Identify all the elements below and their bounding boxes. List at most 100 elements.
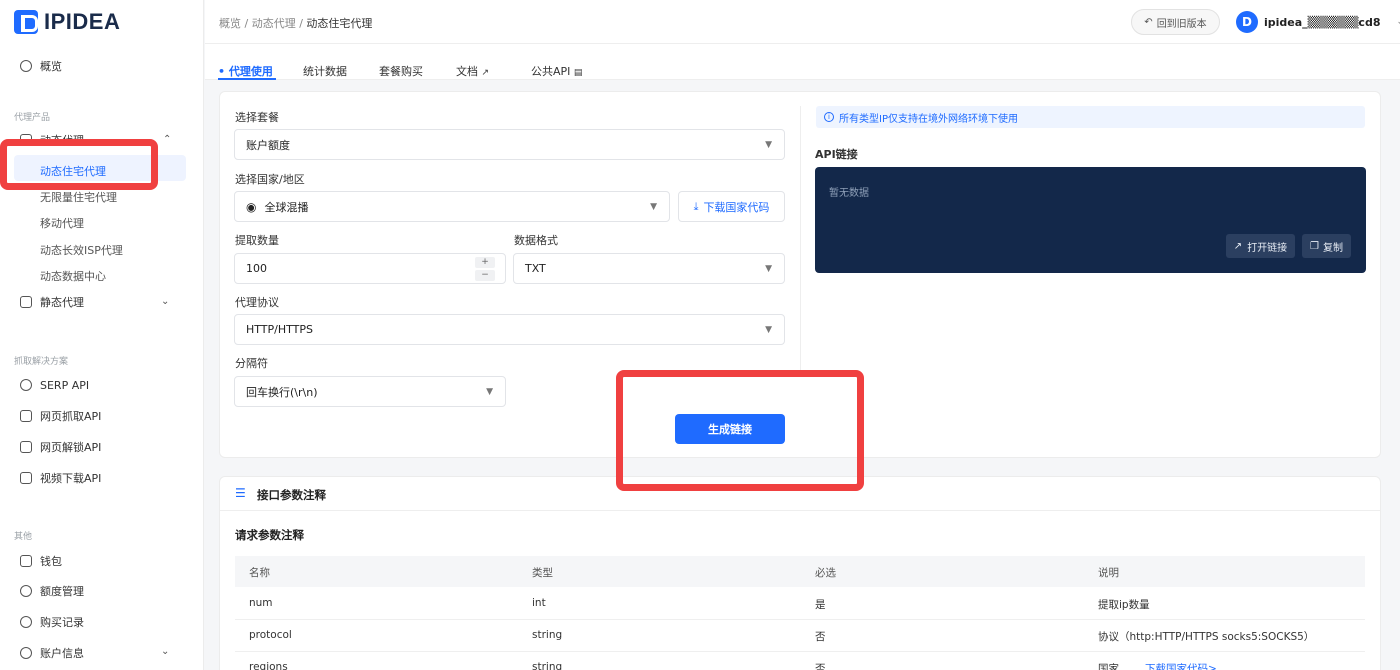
- user-menu[interactable]: D ipidea_▒▒▒▒▒▒cd8 ⌄: [1236, 11, 1400, 33]
- tab-package-purchase[interactable]: 套餐购买: [379, 63, 423, 79]
- tab-proxy-usage[interactable]: • 代理使用: [218, 63, 273, 79]
- sidebar-item-label: 概览: [40, 60, 62, 73]
- sidebar-item-overview[interactable]: 概览: [20, 56, 62, 76]
- active-tab-indicator: [218, 78, 276, 80]
- avatar: D: [1236, 11, 1258, 33]
- country-select[interactable]: ◉ 全球混播 ▼: [234, 191, 670, 222]
- section-title-proxy: 代理产品: [14, 113, 51, 123]
- package-label: 选择套餐: [235, 111, 279, 124]
- username: ipidea_▒▒▒▒▒▒cd8: [1264, 15, 1381, 29]
- protocol-value: HTTP/HTTPS: [246, 323, 313, 336]
- tab-label: 文档: [456, 65, 478, 78]
- sidebar-item-purchase-history[interactable]: 购买记录: [20, 612, 84, 632]
- sidebar-item-quota[interactable]: 额度管理: [20, 581, 84, 601]
- download-country-code-button[interactable]: ⤓ 下载国家代码: [678, 191, 785, 222]
- open-link-button[interactable]: ↗ 打开链接: [1226, 234, 1295, 258]
- proxy-icon: [20, 134, 32, 146]
- sidebar-item-web-unlocker[interactable]: 网页解锁API: [20, 437, 101, 457]
- video-icon: [20, 472, 32, 484]
- webpage-icon: [20, 410, 32, 422]
- tab-label: 公共API: [531, 65, 571, 78]
- quantity-stepper[interactable]: 100 + −: [234, 253, 506, 284]
- sidebar-item-label: 动态代理: [40, 134, 84, 147]
- separator-label: 分隔符: [235, 357, 268, 370]
- arrow-up-right-icon: ↗: [1233, 240, 1243, 252]
- document-icon: ▤: [573, 68, 583, 78]
- column-divider: [800, 106, 801, 376]
- sidebar-item-dynamic-residential[interactable]: 动态住宅代理: [40, 163, 106, 179]
- caret-down-icon: ▼: [650, 202, 657, 212]
- sidebar-item-label: 网页抓取API: [40, 410, 102, 423]
- copy-button[interactable]: ❐ 复制: [1302, 234, 1351, 258]
- increment-button[interactable]: +: [475, 257, 495, 268]
- decrement-button[interactable]: −: [475, 270, 495, 281]
- sidebar-item-mobile[interactable]: 移动代理: [40, 215, 84, 231]
- sidebar-item-dynamic-proxy[interactable]: 动态代理: [20, 130, 84, 150]
- table-cell: 协议（http:HTTP/HTTPS socks5:SOCKS5）: [1098, 631, 1315, 643]
- history-icon: [20, 616, 32, 628]
- package-value: 账户额度: [246, 138, 290, 152]
- generate-link-button[interactable]: 生成链接: [675, 414, 785, 444]
- table-cell: 国家: [1098, 663, 1119, 670]
- chevron-down-icon[interactable]: ⌄: [161, 296, 169, 307]
- table-cell: 否: [815, 663, 826, 670]
- table-cell: 提取ip数量: [1098, 599, 1150, 611]
- section-title-scrape: 抓取解决方案: [14, 357, 69, 367]
- sidebar-item-static-proxy[interactable]: 静态代理: [20, 292, 84, 312]
- row-divider: [235, 651, 1365, 652]
- protocol-select[interactable]: HTTP/HTTPS ▼: [234, 314, 785, 345]
- caret-down-icon: ▼: [765, 140, 772, 150]
- params-subtitle: 请求参数注释: [235, 528, 304, 542]
- logo-icon: [14, 10, 38, 34]
- country-value: 全球混播: [264, 200, 309, 214]
- sidebar-item-serp[interactable]: SERP API: [20, 375, 89, 395]
- table-cell: 否: [815, 631, 826, 643]
- divider: [220, 510, 1380, 511]
- search-icon: [20, 379, 32, 391]
- tab-public-api[interactable]: 公共API ▤: [531, 63, 582, 79]
- chevron-down-icon: ⌄: [1396, 17, 1400, 27]
- static-proxy-icon: [20, 296, 32, 308]
- sidebar-item-account[interactable]: 账户信息: [20, 643, 84, 663]
- table-cell: int: [532, 597, 546, 609]
- sliders-icon: ☰: [235, 486, 246, 500]
- sidebar-item-label: 账户信息: [40, 647, 84, 660]
- table-cell: 是: [815, 599, 826, 611]
- sidebar-item-web-scraper[interactable]: 网页抓取API: [20, 406, 101, 426]
- back-to-old-version-button[interactable]: ↶ 回到旧版本: [1131, 9, 1220, 35]
- chevron-up-icon[interactable]: ⌃: [163, 134, 171, 145]
- tab-statistics[interactable]: 统计数据: [303, 63, 347, 79]
- tab-docs[interactable]: 文档 ↗: [456, 63, 489, 79]
- format-select[interactable]: TXT ▼: [513, 253, 785, 284]
- return-arrow-icon: ↶: [1144, 16, 1153, 28]
- table-cell: regions: [249, 661, 288, 670]
- home-icon: [20, 60, 32, 72]
- brand-name: IPIDEA: [44, 9, 121, 34]
- api-link-box: 暂无数据 ↗ 打开链接 ❐ 复制: [815, 167, 1366, 273]
- sidebar-item-label: SERP API: [40, 378, 90, 392]
- download-country-code-link[interactable]: 下载国家代码>: [1145, 661, 1217, 670]
- old-version-label: 回到旧版本: [1156, 18, 1207, 30]
- package-select[interactable]: 账户额度 ▼: [234, 129, 785, 160]
- quantity-label: 提取数量: [235, 234, 279, 247]
- sidebar-item-video-download[interactable]: 视频下载API: [20, 468, 101, 488]
- sidebar-item-unlimited-residential[interactable]: 无限量住宅代理: [40, 189, 117, 205]
- api-link-label: API链接: [815, 148, 858, 161]
- table-cell: num: [249, 597, 273, 609]
- quantity-value: 100: [246, 262, 267, 275]
- chevron-down-icon[interactable]: ⌄: [161, 646, 169, 657]
- breadcrumb-overview[interactable]: 概览 /: [219, 17, 248, 30]
- sidebar-item-label: 购买记录: [40, 616, 84, 629]
- brand-logo[interactable]: IPIDEA: [14, 9, 120, 35]
- sidebar-item-wallet[interactable]: 钱包: [20, 551, 62, 571]
- sidebar-item-label: 额度管理: [40, 585, 84, 598]
- separator-select[interactable]: 回车换行(\r\n) ▼: [234, 376, 506, 407]
- sidebar-item-datacenter[interactable]: 动态数据中心: [40, 268, 106, 284]
- tab-bar: • 代理使用 统计数据 套餐购买 文档 ↗ 公共API ▤: [205, 44, 1400, 80]
- breadcrumb-dynamic-proxy[interactable]: 动态代理 /: [252, 17, 303, 30]
- section-title-other: 其他: [14, 532, 33, 542]
- row-divider: [235, 619, 1365, 620]
- protocol-label: 代理协议: [235, 296, 279, 309]
- sidebar-item-isp[interactable]: 动态长效ISP代理: [40, 242, 123, 258]
- breadcrumb-current: 动态住宅代理: [306, 17, 373, 30]
